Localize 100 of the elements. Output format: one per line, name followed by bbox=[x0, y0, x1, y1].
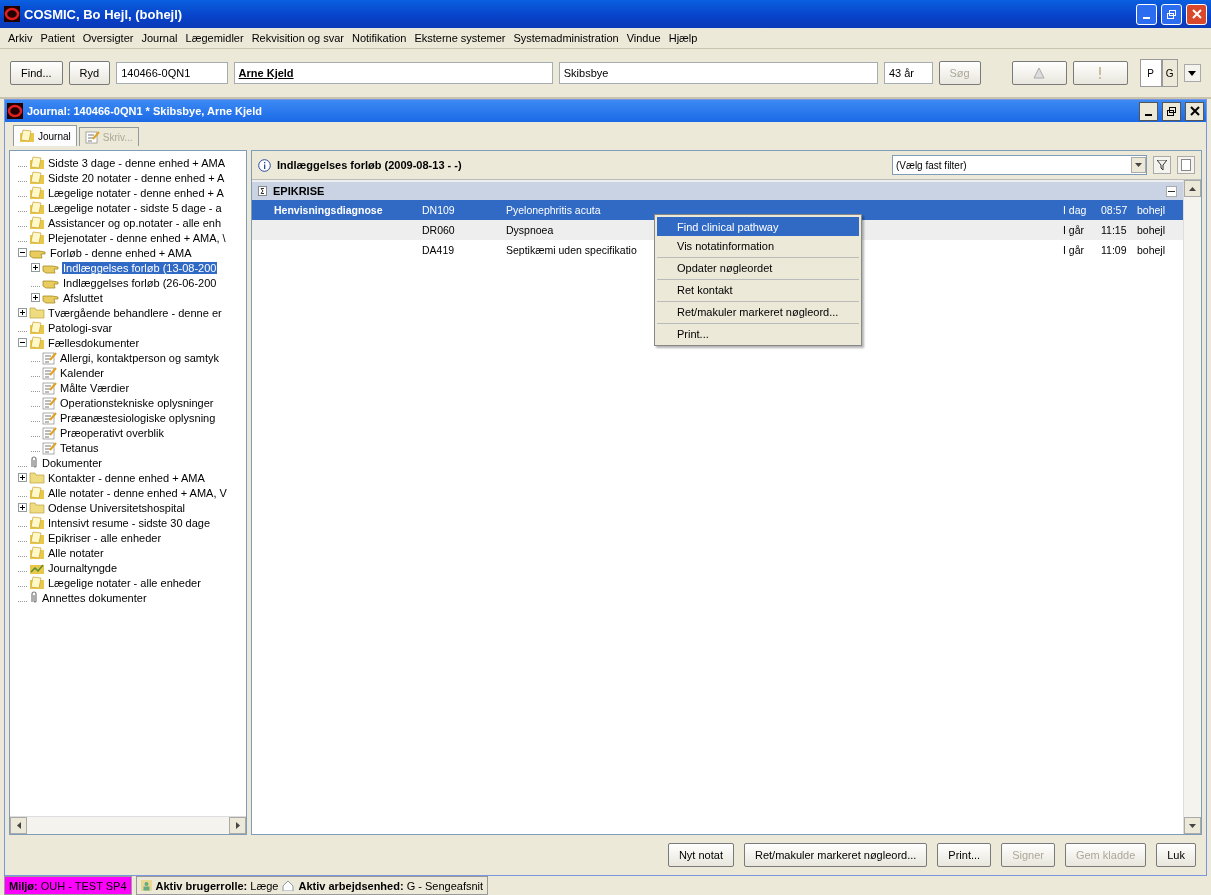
tree-item[interactable]: Dokumenter bbox=[41, 456, 103, 469]
notes-folder-icon bbox=[29, 515, 45, 530]
expand-toggle[interactable] bbox=[18, 503, 27, 512]
plus-icon bbox=[33, 295, 38, 300]
tree-item[interactable]: Plejenotater - denne enhed + AMA, \ bbox=[47, 231, 227, 244]
tree-item[interactable]: Allergi, kontaktperson og samtyk bbox=[59, 351, 220, 364]
house-icon bbox=[282, 880, 295, 891]
minimize-button[interactable] bbox=[1139, 101, 1158, 121]
notes-folder-icon bbox=[29, 530, 45, 545]
menu-item[interactable]: Find clinical pathway bbox=[657, 217, 859, 236]
notes-folder-icon bbox=[29, 545, 45, 560]
find-button[interactable]: Find... bbox=[10, 61, 63, 85]
tree-item[interactable]: Patologi-svar bbox=[47, 321, 114, 334]
view-button[interactable] bbox=[1177, 156, 1195, 174]
notes-folder-icon bbox=[29, 215, 45, 230]
restore-button[interactable] bbox=[1162, 101, 1181, 121]
tree-item[interactable]: Indlæggelses forløb (26-06-200 bbox=[62, 276, 218, 289]
menu-item[interactable]: Journal bbox=[137, 32, 182, 44]
menu-item[interactable]: Vindue bbox=[622, 32, 665, 44]
expand-toggle[interactable] bbox=[18, 308, 27, 317]
tree-item[interactable]: Indlæggelses forløb (13-08-200 bbox=[62, 261, 218, 274]
note-pencil-icon bbox=[84, 130, 100, 144]
tree-item[interactable]: Sidste 20 notater - denne enhed + A bbox=[47, 171, 226, 184]
action-button[interactable]: Nyt notat bbox=[667, 843, 734, 867]
close-button[interactable] bbox=[1185, 101, 1204, 121]
tree-item[interactable]: Fællesdokumenter bbox=[47, 336, 141, 349]
menu-item[interactable]: Arkiv bbox=[4, 32, 37, 44]
page-icon bbox=[1181, 159, 1191, 171]
diagnosis-text: Dyspnoea bbox=[506, 224, 554, 236]
menu-item[interactable]: Ret/makuler markeret nøgleord... bbox=[657, 301, 859, 321]
tree-item[interactable]: Odense Universitetshospital bbox=[47, 501, 186, 514]
tree-item[interactable]: Tværgående behandlere - denne er bbox=[47, 306, 223, 319]
maximize-button[interactable] bbox=[1161, 3, 1182, 25]
tree-item[interactable]: Målte Værdier bbox=[59, 381, 131, 394]
cpr-field[interactable]: 140466-0QN1 bbox=[116, 62, 228, 84]
tree-item[interactable]: Lægelige notater - sidste 5 dage - a bbox=[47, 201, 223, 214]
menu-item[interactable]: Eksterne systemer bbox=[410, 32, 510, 44]
menu-item[interactable]: Print... bbox=[657, 323, 859, 343]
action-button[interactable]: Print... bbox=[937, 843, 992, 867]
caret-icon bbox=[1135, 163, 1142, 167]
note-pencil-icon bbox=[42, 350, 57, 365]
tree-item[interactable]: Afsluttet bbox=[62, 291, 104, 304]
tree-item[interactable]: Assistancer og op.notater - alle enh bbox=[47, 216, 223, 229]
tree-item[interactable]: Lægelige notater - denne enhed + A bbox=[47, 186, 225, 199]
time-text: 11:09 bbox=[1101, 244, 1127, 256]
tree-item[interactable]: Alle notater - denne enhed + AMA, V bbox=[47, 486, 228, 499]
age-field[interactable]: 43 år bbox=[883, 62, 933, 84]
tree-item[interactable]: Sidste 3 dage - denne enhed + AMA bbox=[47, 156, 227, 169]
menu-item[interactable]: Hjælp bbox=[664, 32, 702, 44]
menu-item[interactable]: Lægemidler bbox=[181, 32, 248, 44]
first-name-field[interactable]: Arne Kjeld bbox=[233, 62, 553, 84]
tree-item[interactable]: Epikriser - alle enheder bbox=[47, 531, 163, 544]
tree-item[interactable]: Forløb - denne enhed + AMA bbox=[49, 246, 193, 259]
plus-icon bbox=[20, 475, 25, 480]
menu-item[interactable]: Rekvisition og svar bbox=[247, 32, 348, 44]
tree-item[interactable]: Kontakter - denne enhed + AMA bbox=[47, 471, 206, 484]
restore-icon bbox=[1166, 105, 1177, 117]
panel-tab[interactable]: P bbox=[1139, 59, 1162, 87]
dropdown-button[interactable] bbox=[1183, 64, 1201, 82]
menu-item[interactable]: Ret kontakt bbox=[657, 279, 859, 299]
menu-item[interactable]: Opdater nøgleordet bbox=[657, 257, 859, 277]
tree-item[interactable]: Tetanus bbox=[59, 441, 100, 454]
expand-toggle[interactable] bbox=[18, 248, 27, 257]
tab[interactable]: Journal bbox=[13, 125, 77, 146]
expand-toggle[interactable] bbox=[31, 263, 40, 272]
clear-button[interactable]: Ryd bbox=[68, 61, 111, 85]
info-icon bbox=[258, 158, 271, 172]
tree-item[interactable]: Operationstekniske oplysninger bbox=[59, 396, 215, 409]
time-text: 08:57 bbox=[1101, 204, 1128, 216]
menu-item[interactable]: Oversigter bbox=[78, 32, 138, 44]
tree-item[interactable]: Annettes dokumenter bbox=[41, 591, 148, 604]
last-name-field[interactable]: Skibsbye bbox=[558, 62, 878, 84]
collapse-toggle[interactable] bbox=[1166, 185, 1177, 197]
right-arrow-icon bbox=[235, 822, 240, 829]
list-row[interactable]: Henvisningsdiagnose DN109 Pyelonephritis acuta I dag 08:57 bohejl bbox=[252, 200, 1183, 220]
plus-icon bbox=[20, 505, 25, 510]
filter-button[interactable] bbox=[1153, 156, 1171, 174]
paperclip-icon bbox=[29, 591, 39, 604]
warning-button[interactable] bbox=[1011, 61, 1067, 85]
action-button[interactable]: Luk bbox=[1156, 843, 1196, 867]
menu-item[interactable]: Systemadministration bbox=[509, 32, 623, 44]
row-label: Henvisningsdiagnose bbox=[274, 204, 383, 216]
tree-item[interactable]: Alle notater bbox=[47, 546, 105, 559]
folder-icon bbox=[29, 471, 45, 484]
window-title: COSMIC, Bo Hejl, (bohejl) bbox=[24, 6, 184, 22]
tree-item[interactable]: Lægelige notater - alle enheder bbox=[47, 576, 202, 589]
action-button[interactable]: Ret/makuler markeret nøgleord... bbox=[743, 843, 928, 867]
menu-item[interactable]: Patient bbox=[36, 32, 79, 44]
expand-toggle[interactable] bbox=[18, 338, 27, 347]
expand-toggle[interactable] bbox=[18, 473, 27, 482]
tree-item[interactable]: Præanæstesiologiske oplysning bbox=[59, 411, 217, 424]
filter-dropdown[interactable]: (Vælg fast filter) bbox=[892, 155, 1147, 175]
expand-toggle[interactable] bbox=[31, 293, 40, 302]
tree-item[interactable]: Præoperativt overblik bbox=[59, 426, 165, 439]
notes-folder-icon bbox=[29, 200, 45, 215]
menu-item[interactable]: Notifikation bbox=[347, 32, 411, 44]
tree-item[interactable]: Journaltyngde bbox=[47, 561, 119, 574]
user-text: bohejl bbox=[1137, 224, 1166, 236]
tree-item[interactable]: Kalender bbox=[59, 366, 106, 379]
tree-item[interactable]: Intensivt resume - sidste 30 dage bbox=[47, 516, 212, 529]
